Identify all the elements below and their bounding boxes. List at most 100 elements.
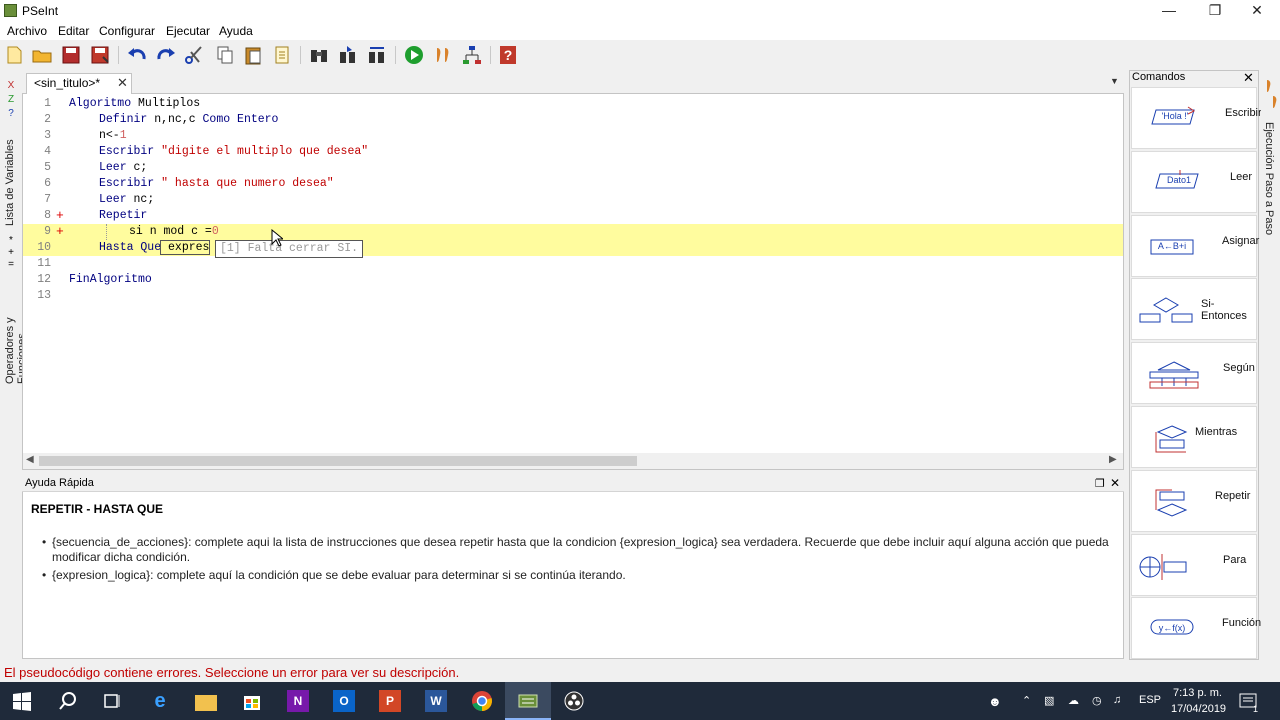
svg-text:*: *: [9, 235, 13, 246]
error-marker-icon[interactable]: +: [56, 224, 64, 240]
outlook-icon[interactable]: O: [333, 690, 355, 712]
code-line[interactable]: 1 Algoritmo Multiplos: [23, 96, 1123, 112]
code-line[interactable]: 7 Leer nc;: [23, 192, 1123, 208]
step-icon[interactable]: [432, 44, 454, 66]
word-icon[interactable]: W: [425, 690, 447, 712]
scroll-left-icon[interactable]: ◀: [26, 454, 34, 465]
code-line[interactable]: 4 Escribir "digite el multiplo que desea": [23, 144, 1123, 160]
undo-icon[interactable]: [126, 44, 148, 66]
error-marker-icon[interactable]: +: [56, 208, 64, 224]
tab-ejecucion-paso-a-paso[interactable]: Ejecución Paso a Paso: [1263, 122, 1275, 242]
clock-time[interactable]: 7:13 p. m.: [1173, 687, 1222, 699]
command-mientras-button[interactable]: Mientras: [1131, 406, 1257, 468]
scroll-right-icon[interactable]: ▶: [1109, 454, 1117, 465]
left-side-tabs: X Z? Lista de Variables * + = Operadores y …: [0, 70, 28, 660]
clock-date[interactable]: 17/04/2019: [1171, 703, 1226, 715]
chrome-icon[interactable]: [471, 690, 493, 712]
open-folder-icon[interactable]: [31, 44, 53, 66]
help-icon[interactable]: ?: [497, 44, 519, 66]
tray-chevron-up-icon[interactable]: ⌃: [1022, 694, 1031, 707]
find-next-icon[interactable]: [337, 44, 359, 66]
line-number: 2: [44, 113, 51, 126]
code-line[interactable]: 6 Escribir " hasta que numero desea": [23, 176, 1123, 192]
search-icon[interactable]: [57, 690, 79, 712]
command-para-button[interactable]: Para: [1131, 533, 1257, 596]
volume-icon[interactable]: ♫: [1113, 694, 1121, 706]
replace-icon[interactable]: [366, 44, 388, 66]
code-text: Hasta Que expres: [99, 240, 211, 256]
close-window-button[interactable]: ✕: [1234, 0, 1280, 22]
code-line[interactable]: 5 Leer c;: [23, 160, 1123, 176]
menu-archivo[interactable]: Archivo: [7, 24, 47, 38]
task-view-icon[interactable]: [101, 690, 123, 712]
command-asignar-button[interactable]: A←B+i Asignar: [1131, 214, 1260, 277]
command-label: Función: [1222, 617, 1262, 630]
menu-ejecutar[interactable]: Ejecutar: [166, 24, 210, 38]
maximize-panel-icon[interactable]: ❐: [1095, 477, 1105, 490]
code-text: Escribir "digite el multiplo que desea": [99, 144, 368, 160]
leer-icon: Dato1: [1154, 169, 1204, 195]
onedrive-cloud-icon[interactable]: ☁: [1068, 694, 1079, 707]
command-repetir-button[interactable]: Repetir: [1131, 469, 1257, 532]
code-line[interactable]: 2 Definir n,nc,c Como Entero: [23, 112, 1123, 128]
restore-button[interactable]: ❐: [1192, 0, 1238, 22]
code-token: Hasta Que: [99, 241, 162, 254]
powerpoint-icon[interactable]: P: [379, 690, 401, 712]
code-token: 1: [119, 129, 127, 142]
code-line[interactable]: 3 n<-1: [23, 128, 1123, 144]
status-error-text[interactable]: El pseudocódigo contiene errores. Selecc…: [4, 665, 459, 680]
onenote-icon[interactable]: N: [287, 690, 309, 712]
code-text: Escribir " hasta que numero desea": [99, 176, 334, 192]
menu-editar[interactable]: Editar: [58, 24, 89, 38]
menu-configurar[interactable]: Configurar: [99, 24, 155, 38]
operators-icon: *+=: [8, 235, 14, 270]
editor-tab-label: <sin_titulo>*: [34, 76, 101, 90]
pseint-taskbar-icon[interactable]: [517, 690, 539, 712]
code-line[interactable]: 12 FinAlgoritmo: [23, 272, 1123, 288]
command-si-entonces-button[interactable]: Si-Entonces: [1131, 278, 1257, 341]
new-file-icon[interactable]: [3, 44, 25, 66]
obs-icon[interactable]: [563, 690, 585, 712]
command-segun-button[interactable]: Según: [1131, 342, 1257, 405]
cut-icon[interactable]: [183, 44, 205, 66]
code-line[interactable]: 11: [23, 256, 1123, 272]
commands-title: Comandos: [1132, 71, 1186, 83]
code-line[interactable]: 9 + si n mod c =0: [23, 224, 1123, 240]
tab-lista-de-variables[interactable]: Lista de Variables: [4, 136, 16, 226]
close-commands-icon[interactable]: ✕: [1243, 70, 1254, 86]
code-line[interactable]: 13: [23, 288, 1123, 304]
save-icon[interactable]: [60, 44, 82, 66]
edge-browser-icon[interactable]: e: [149, 690, 171, 712]
flowchart-icon[interactable]: [461, 44, 483, 66]
wifi-icon[interactable]: ◷: [1092, 694, 1102, 707]
file-explorer-icon[interactable]: [195, 695, 217, 711]
close-help-icon[interactable]: ✕: [1110, 476, 1120, 490]
tab-list-chevron-down-icon[interactable]: ▼: [1110, 76, 1119, 86]
command-leer-button[interactable]: Dato1 Leer: [1131, 150, 1257, 213]
windows-start-icon[interactable]: [11, 690, 33, 712]
network-icon[interactable]: ▧: [1044, 694, 1054, 707]
language-indicator[interactable]: ESP: [1139, 694, 1161, 706]
editor-horizontal-scrollbar[interactable]: ◀ ▶: [23, 453, 1123, 469]
run-icon[interactable]: [403, 44, 425, 66]
repetir-icon: [1154, 488, 1190, 521]
command-funcion-button[interactable]: y←f(x) Función: [1131, 597, 1261, 660]
paste-icon[interactable]: [243, 44, 265, 66]
copy-icon[interactable]: [214, 44, 236, 66]
menu-ayuda[interactable]: Ayuda: [219, 24, 253, 38]
tab-close-icon[interactable]: ✕: [117, 75, 128, 91]
command-label: Asignar: [1222, 234, 1260, 247]
code-line[interactable]: 8 + Repetir: [23, 208, 1123, 224]
redo-icon[interactable]: [155, 44, 177, 66]
save-as-icon[interactable]: [89, 44, 111, 66]
code-line[interactable]: 10 Hasta Que expres: [23, 240, 1123, 256]
edit-icon[interactable]: [272, 44, 294, 66]
code-editor[interactable]: 1 Algoritmo Multiplos 2 Definir n,nc,c Como…: [23, 96, 1123, 452]
binoculars-icon[interactable]: [308, 44, 330, 66]
notification-count-badge: 1: [1253, 704, 1259, 714]
command-escribir-button[interactable]: 'Hola !' Escribir: [1131, 87, 1262, 149]
store-icon[interactable]: [241, 690, 263, 712]
minimize-button[interactable]: —: [1146, 0, 1192, 22]
people-icon[interactable]: ☻: [988, 694, 1002, 709]
scrollbar-thumb[interactable]: [39, 456, 637, 466]
